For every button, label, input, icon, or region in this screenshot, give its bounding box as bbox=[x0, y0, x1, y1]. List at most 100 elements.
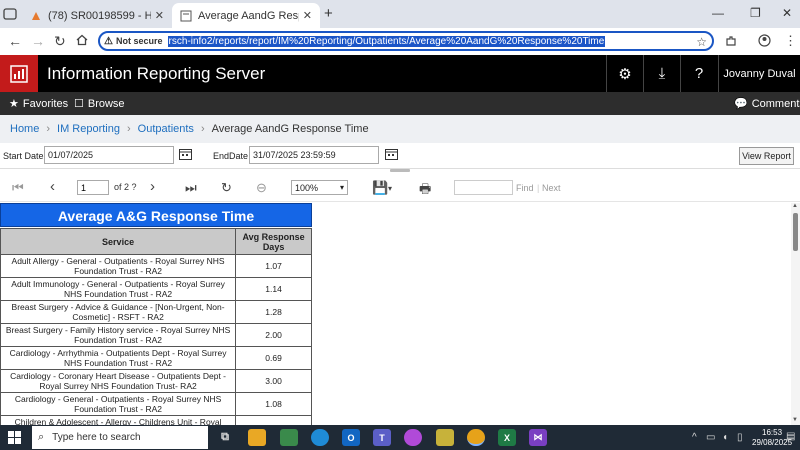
address-bar-row: ← → ↻ ⚠ Not secure rsch-info2/reports/rep… bbox=[0, 28, 800, 54]
scroll-down-icon[interactable]: ▼ bbox=[792, 417, 798, 423]
next-page-icon[interactable]: › bbox=[150, 178, 155, 195]
tab-hornbill[interactable]: (78) SR00198599 - Hornbill ✕ bbox=[22, 3, 172, 28]
page-count: of 2 ? bbox=[114, 182, 137, 192]
home-icon[interactable] bbox=[76, 34, 88, 46]
calculator-icon[interactable] bbox=[280, 429, 298, 446]
scroll-up-icon[interactable]: ▲ bbox=[792, 203, 798, 209]
app-header: Information Reporting Server ⚙ ⤓ ? Jovan… bbox=[0, 55, 800, 92]
minimize-icon[interactable]: — bbox=[712, 6, 724, 20]
chevron-right-icon: › bbox=[127, 123, 131, 135]
close-window-icon[interactable]: ✕ bbox=[782, 6, 792, 20]
find-button[interactable]: Find bbox=[516, 183, 534, 193]
browse-menu[interactable]: ☐ Browse bbox=[74, 97, 125, 111]
zoom-value: 100% bbox=[295, 182, 319, 193]
export-save-icon[interactable]: 💾 bbox=[372, 180, 388, 196]
browser-tab-strip: (78) SR00198599 - Hornbill ✕ Average Aan… bbox=[0, 0, 800, 28]
tab-report[interactable]: Average AandG Response Time ✕ bbox=[172, 3, 320, 28]
security-label: Not secure bbox=[115, 36, 163, 46]
report-toolbar: ⏮ ‹ of 2 ? › ⏭ ↻ ⊖ 100% ▾ 💾 ▾ 🖶 Find | Ne… bbox=[0, 172, 800, 202]
menu-bar: ★ Favorites ☐ Browse 💬 Comments bbox=[0, 92, 800, 115]
copilot-icon[interactable] bbox=[404, 429, 422, 446]
reload-icon[interactable]: ↻ bbox=[54, 33, 66, 50]
user-name[interactable]: Jovanny Duval bbox=[718, 55, 800, 92]
chevron-down-icon[interactable]: ▾ bbox=[388, 184, 392, 193]
service-cell: Cardiology - Arrhythmia - Outpatients De… bbox=[0, 346, 237, 370]
extensions-icon[interactable] bbox=[725, 35, 737, 47]
comments-button[interactable]: 💬 Comments bbox=[734, 97, 800, 111]
help-icon[interactable]: ? bbox=[680, 55, 717, 92]
security-indicator[interactable]: ⚠ Not secure bbox=[104, 36, 163, 47]
back-to-parent-icon[interactable]: ⊖ bbox=[256, 180, 267, 196]
edge-icon[interactable] bbox=[311, 429, 329, 446]
settings-gear-icon[interactable]: ⚙ bbox=[606, 55, 643, 92]
scrollbar-thumb[interactable] bbox=[793, 213, 798, 251]
page-favicon-icon bbox=[180, 10, 192, 21]
breadcrumb-home[interactable]: Home bbox=[10, 123, 39, 135]
task-view-icon[interactable]: ⧉ bbox=[216, 429, 234, 446]
close-tab-icon[interactable]: ✕ bbox=[155, 9, 164, 22]
view-report-button[interactable]: View Report bbox=[739, 147, 794, 165]
notifications-icon[interactable]: ▤ bbox=[786, 431, 795, 442]
table-row: Adult Allergy - General - Outpatients - … bbox=[0, 254, 312, 278]
volume-icon[interactable]: ◖ bbox=[722, 432, 728, 443]
breadcrumb-current: Average AandG Response Time bbox=[211, 123, 369, 135]
find-input[interactable] bbox=[454, 180, 513, 195]
breadcrumb-outpatients[interactable]: Outpatients bbox=[138, 123, 194, 135]
previous-page-icon[interactable]: ‹ bbox=[50, 178, 55, 195]
last-page-icon[interactable]: ⏭ bbox=[185, 180, 197, 196]
url-text[interactable]: rsch-info2/reports/report/IM%20Reporting… bbox=[167, 35, 606, 47]
profile-icon[interactable] bbox=[758, 34, 771, 47]
ssrs-logo-icon[interactable] bbox=[0, 55, 38, 92]
find-next-button[interactable]: Next bbox=[542, 183, 561, 193]
taskbar-search[interactable]: ⌕ Type here to search bbox=[32, 426, 208, 449]
maximize-icon[interactable]: ❐ bbox=[750, 6, 761, 20]
comments-label: Comments bbox=[751, 97, 800, 110]
bookmark-star-icon[interactable]: ☆ bbox=[696, 35, 707, 49]
search-icon: ⌕ bbox=[38, 431, 45, 443]
forward-icon[interactable]: → bbox=[31, 33, 45, 49]
table-row: Cardiology - Arrhythmia - Outpatients De… bbox=[0, 346, 312, 370]
vertical-scrollbar[interactable]: ▲ ▼ bbox=[791, 203, 800, 425]
network-icon[interactable]: ▭ bbox=[706, 432, 715, 443]
back-icon[interactable]: ← bbox=[8, 33, 22, 49]
sticky-notes-icon[interactable] bbox=[436, 429, 454, 446]
refresh-icon[interactable]: ↻ bbox=[221, 180, 232, 196]
new-tab-button[interactable]: + bbox=[324, 5, 333, 22]
search-placeholder: Type here to search bbox=[52, 432, 141, 443]
page-number-input[interactable] bbox=[77, 180, 109, 195]
print-icon[interactable]: 🖶 bbox=[419, 180, 431, 202]
tray-overflow-icon[interactable]: ^ bbox=[692, 432, 697, 443]
teams-icon[interactable]: T bbox=[373, 429, 391, 446]
chevron-right-icon: › bbox=[46, 123, 51, 135]
start-date-field[interactable] bbox=[44, 146, 174, 164]
favorites-menu[interactable]: ★ Favorites bbox=[9, 97, 68, 111]
tab-title: Average AandG Response Time bbox=[198, 9, 299, 22]
windows-start-icon[interactable] bbox=[8, 431, 21, 444]
outlook-icon[interactable]: O bbox=[342, 429, 360, 446]
first-page-icon[interactable]: ⏮ bbox=[12, 180, 24, 196]
calendar-icon[interactable] bbox=[385, 148, 398, 160]
column-header-service: Service bbox=[0, 228, 237, 255]
chrome-icon[interactable] bbox=[467, 429, 485, 446]
visual-studio-icon[interactable]: ⋈ bbox=[529, 429, 547, 446]
download-icon[interactable]: ⤓ bbox=[643, 55, 680, 92]
windows-taskbar: ⌕ Type here to search ⧉ O T X ⋈ ^ ▭ ◖ ▯ 1… bbox=[0, 425, 800, 450]
file-explorer-icon[interactable] bbox=[248, 429, 266, 446]
service-cell: Cardiology - Coronary Heart Disease - Ou… bbox=[0, 369, 237, 393]
avg-days-cell bbox=[235, 415, 312, 425]
battery-icon[interactable]: ▯ bbox=[737, 432, 743, 443]
tab-search-icon[interactable] bbox=[3, 8, 17, 20]
tab-title: (78) SR00198599 - Hornbill bbox=[48, 9, 151, 22]
table-row: Breast Surgery - Family History service … bbox=[0, 323, 312, 347]
address-input[interactable]: ⚠ Not secure rsch-info2/reports/report/IM… bbox=[98, 31, 714, 51]
hornbill-favicon-icon bbox=[32, 11, 40, 20]
zoom-select[interactable]: 100% ▾ bbox=[291, 180, 348, 195]
report-title: Average A&G Response Time bbox=[0, 203, 312, 227]
calendar-icon[interactable] bbox=[179, 148, 192, 160]
avg-days-cell: 1.08 bbox=[235, 392, 312, 416]
excel-icon[interactable]: X bbox=[498, 429, 516, 446]
browser-menu-icon[interactable]: ⋮ bbox=[784, 33, 797, 49]
breadcrumb-im-reporting[interactable]: IM Reporting bbox=[57, 123, 120, 135]
close-tab-icon[interactable]: ✕ bbox=[303, 9, 312, 22]
end-date-field[interactable] bbox=[249, 146, 379, 164]
